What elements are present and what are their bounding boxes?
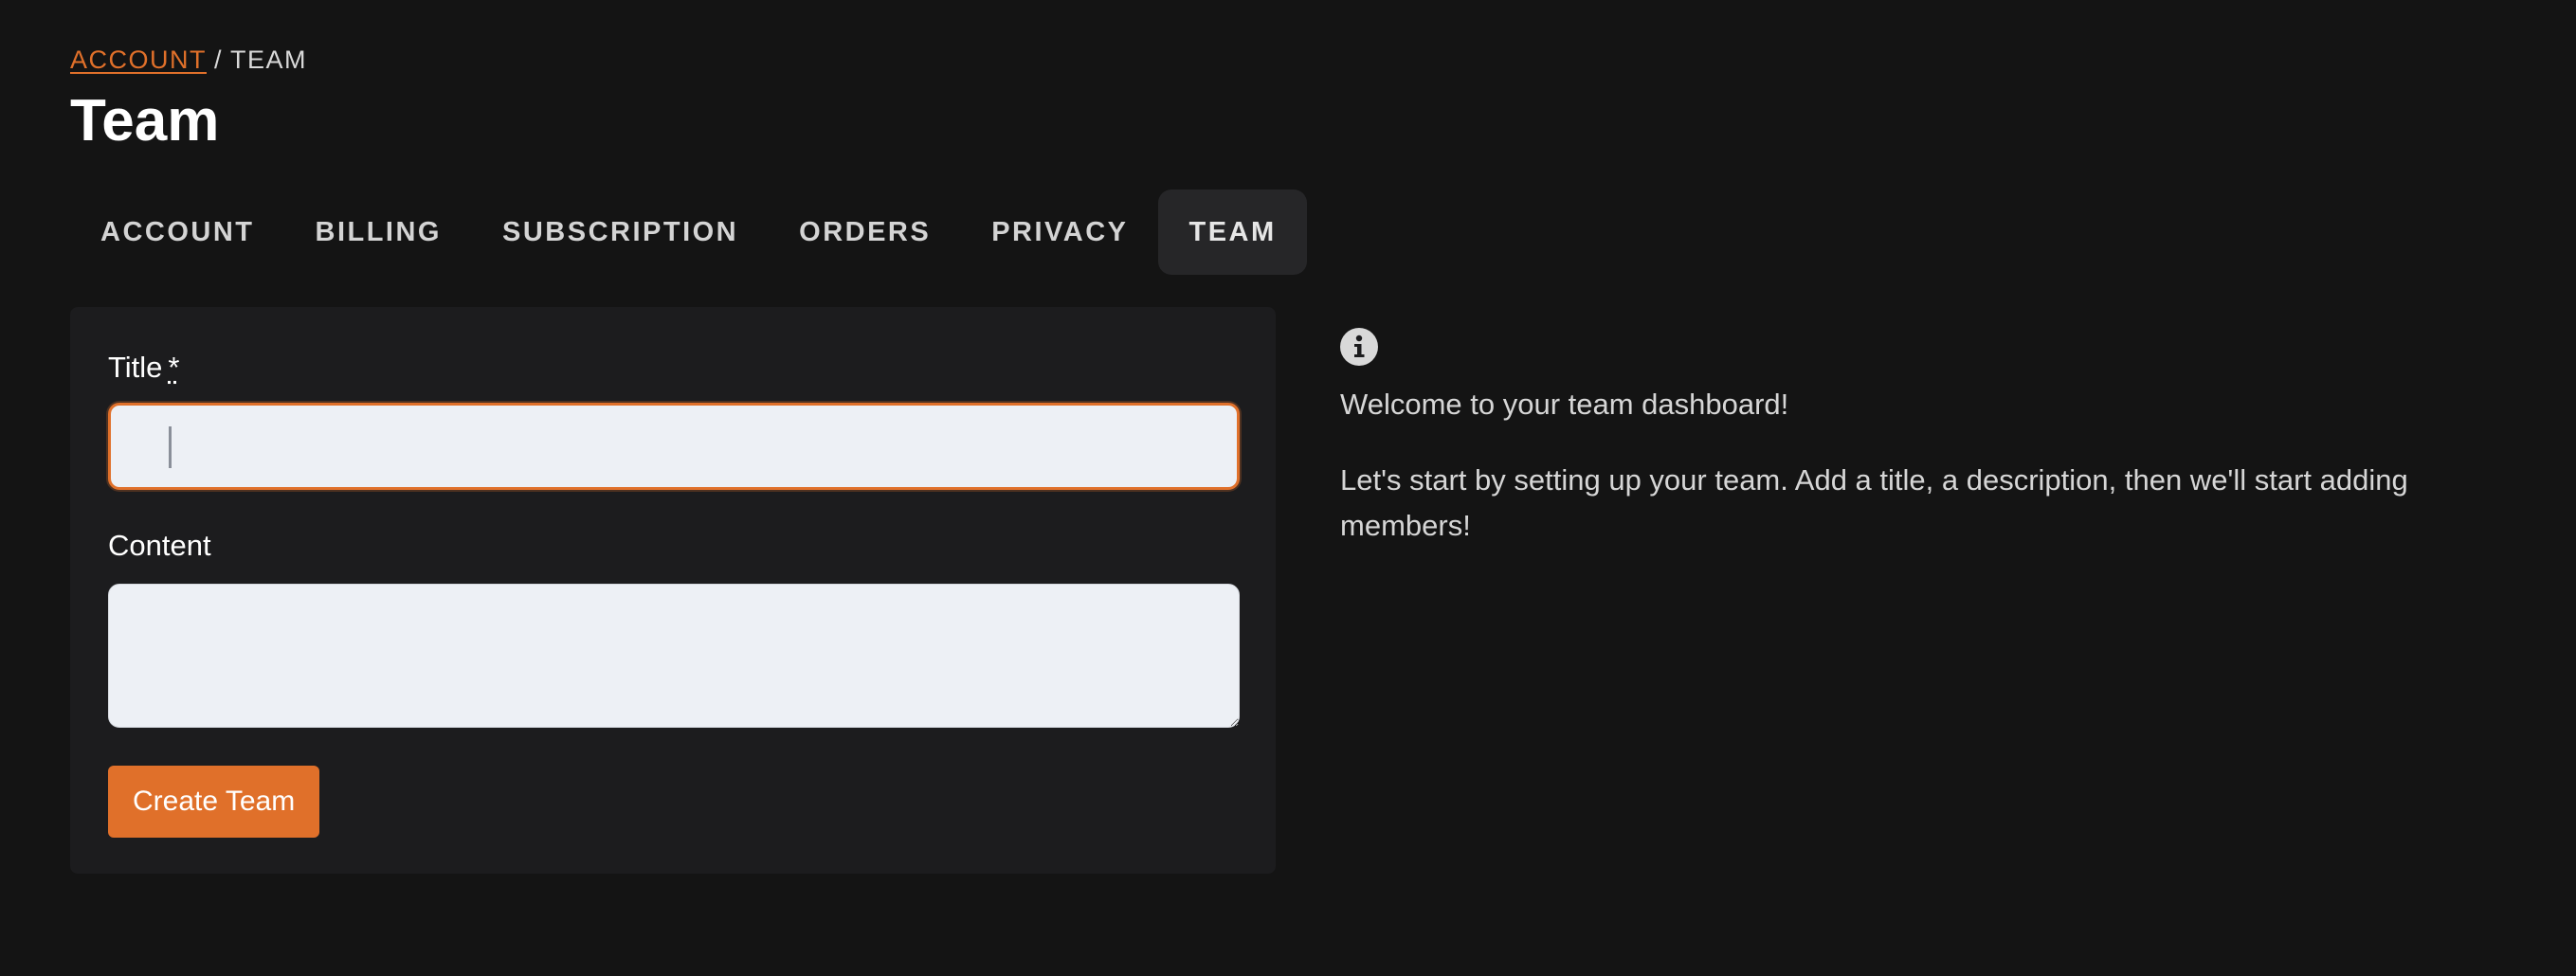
info-welcome-text: Welcome to your team dashboard!: [1340, 388, 1789, 421]
text-caret: [169, 426, 172, 468]
required-mark: *: [168, 351, 180, 384]
tab-account[interactable]: ACCOUNT: [70, 190, 285, 275]
content-textarea[interactable]: [108, 584, 1240, 728]
tab-subscription[interactable]: SUBSCRIPTION: [472, 190, 769, 275]
tab-bar: ACCOUNT BILLING SUBSCRIPTION ORDERS PRIV…: [70, 190, 1307, 275]
breadcrumb-link-account[interactable]: ACCOUNT: [70, 45, 207, 74]
title-input[interactable]: [108, 403, 1240, 490]
breadcrumb-current: TEAM: [230, 45, 308, 74]
create-team-form: Title * Content Create Team: [70, 307, 1276, 874]
info-body-text: Let's start by setting up your team. Add…: [1340, 463, 2408, 542]
breadcrumb: ACCOUNT / TEAM: [70, 44, 307, 76]
tab-privacy[interactable]: PRIVACY: [961, 190, 1158, 275]
tab-orders[interactable]: ORDERS: [769, 190, 961, 275]
create-team-button[interactable]: Create Team: [108, 766, 320, 838]
tab-team[interactable]: TEAM: [1158, 190, 1307, 275]
info-circle-icon: [1340, 328, 1378, 366]
page: ACCOUNT / TEAM Team ACCOUNT BILLING SUBSCR…: [0, 0, 2576, 976]
title-label-text: Title: [108, 351, 163, 384]
breadcrumb-separator: /: [214, 45, 224, 74]
content-label: Content: [108, 529, 211, 562]
page-title: Team: [70, 88, 220, 154]
tab-billing[interactable]: BILLING: [285, 190, 473, 275]
title-label: Title *: [108, 349, 180, 387]
